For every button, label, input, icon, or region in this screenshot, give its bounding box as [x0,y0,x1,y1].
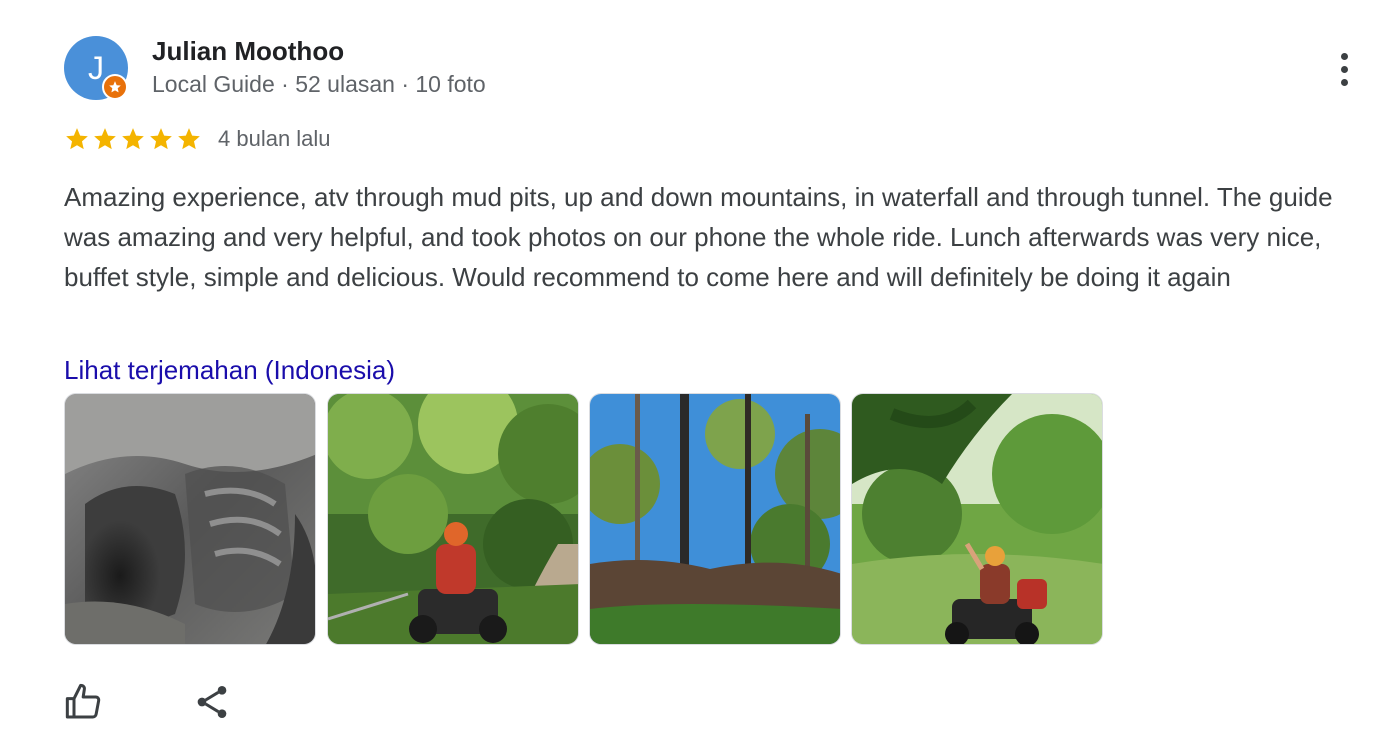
review-time: 4 bulan lalu [218,126,331,151]
review-photo-atv-waving[interactable] [851,393,1103,645]
star-icon [150,128,172,150]
star-icon [178,128,200,150]
star-icon [94,128,116,150]
star-icon [66,128,88,150]
star-rating [64,126,202,152]
share-icon [197,686,227,718]
like-button[interactable] [64,682,104,722]
see-translation-link[interactable]: Lihat terjemahan (Indonesia) [64,355,395,386]
more-vert-icon-dot [1340,65,1348,73]
atv-jungle-photo-image [328,394,578,644]
tunnel-photo-image [65,394,315,644]
review-text: Amazing experience, atv through mud pits… [64,182,1333,292]
reviewer-meta: Local Guide · 52 ulasan · 10 foto [152,71,486,97]
review-photo-atv-jungle[interactable] [327,393,579,645]
review-photo-tunnel[interactable] [64,393,316,645]
local-guide-badge-icon [102,74,128,100]
more-vert-icon [1340,52,1348,60]
thumbs-up-icon [65,683,101,719]
forest-photo-image [590,394,840,644]
review-photo-forest[interactable] [589,393,841,645]
atv-waving-photo-image [852,394,1102,644]
star-icon [122,128,144,150]
more-options-button[interactable] [1326,46,1362,92]
share-button[interactable] [192,682,232,722]
rating-row: 4 bulan lalu [64,124,331,154]
more-vert-icon-dot [1340,78,1348,86]
review-card: J Julian Moothoo Local Guide · 52 ulasan… [0,0,1390,746]
reviewer-name[interactable]: Julian Moothoo [152,36,344,67]
